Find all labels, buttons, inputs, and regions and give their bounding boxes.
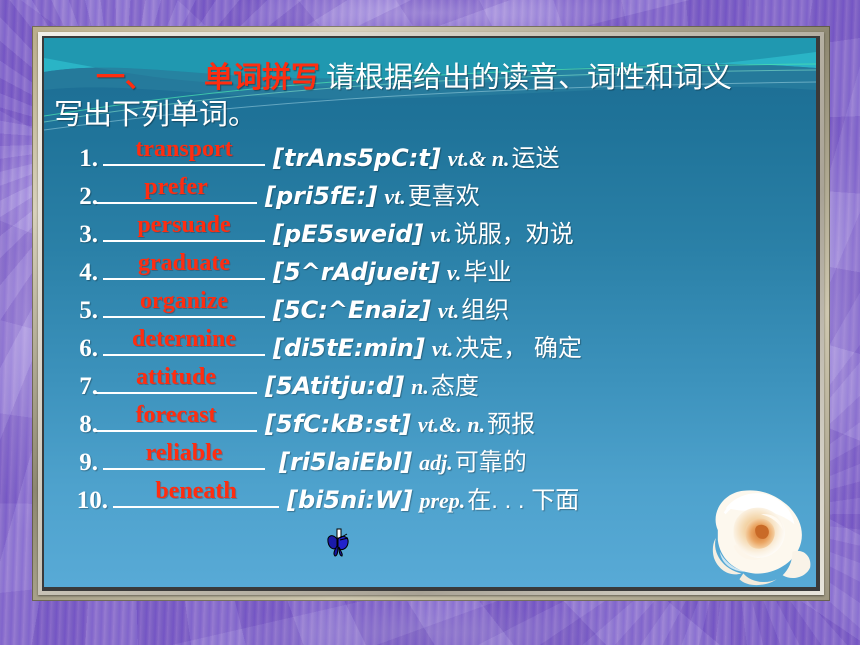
item-number: 3. [79, 221, 98, 248]
meaning-text: 毕业 [463, 259, 512, 286]
word-list: 1. transport [trAns5pC:t] vt.& n. 运送 2. … [52, 134, 806, 514]
answer-blank[interactable]: transport [103, 134, 265, 166]
answer-blank[interactable]: forecast [95, 400, 257, 432]
slide-content: 一、 单词拼写 请根据给出的读音、词性和词义 写出下列单词。 1. transpor… [44, 38, 816, 587]
answer-blank[interactable]: persuade [103, 210, 265, 242]
heading-rest: 请根据给出的读音、词性和词义 [326, 62, 733, 94]
part-of-speech: adj. [419, 450, 453, 475]
list-item: 1. transport [trAns5pC:t] vt.& n. 运送 [52, 134, 806, 172]
meaning-text: 决定， 确定 [455, 335, 582, 362]
list-item: 8. forecast [5fC:kB:st] vt.&. n. 预报 [52, 400, 806, 438]
answer-blank[interactable]: graduate [103, 248, 265, 280]
page-title: 一、 单词拼写 请根据给出的读音、词性和词义 [52, 60, 806, 96]
answer-word: determine [132, 326, 236, 352]
item-number: 6. [79, 335, 98, 362]
phonetic-text: [pri5fE:] [265, 182, 378, 210]
part-of-speech: vt. [384, 184, 406, 209]
list-item: 6. determine [di5tE:min] vt. 决定， 确定 [52, 324, 806, 362]
meaning-text: 可靠的 [454, 449, 527, 476]
part-of-speech: vt. [437, 298, 460, 323]
item-number: 5. [79, 297, 98, 324]
phonetic-text: [5fC:kB:st] [265, 410, 411, 438]
answer-word: attitude [136, 364, 216, 390]
answer-word: reliable [145, 440, 223, 466]
part-of-speech: vt. [430, 222, 452, 247]
meaning-text: 运送 [511, 145, 560, 172]
list-item: 5. organize [5C:^Enaiz] vt. 组织 [52, 286, 806, 324]
part-of-speech: vt.& n. [447, 146, 510, 171]
list-item: 2. prefer [pri5fE:] vt. 更喜欢 [52, 172, 806, 210]
answer-word: beneath [155, 478, 237, 504]
part-of-speech: vt. [431, 336, 454, 361]
item-number: 1. [79, 145, 98, 172]
item-number: 9. [79, 449, 98, 476]
phonetic-text: [5Atitju:d] [265, 372, 405, 400]
item-number: 4. [79, 259, 98, 286]
list-item: 7. attitude [5Atitju:d] n. 态度 [52, 362, 806, 400]
answer-word: graduate [138, 250, 230, 276]
meaning-text: 预报 [487, 411, 536, 438]
meaning-text: 更喜欢 [407, 183, 480, 210]
answer-word: organize [140, 288, 228, 314]
answer-blank[interactable]: prefer [95, 172, 257, 204]
item-number: 10. [76, 487, 108, 514]
phonetic-text: [5^rAdjueit] [273, 258, 440, 286]
meaning-text: 在. . . 下面 [467, 487, 580, 514]
answer-word: prefer [144, 174, 208, 200]
heading-marker: 一、 [96, 62, 155, 94]
meaning-text: 组织 [461, 297, 510, 324]
answer-blank[interactable]: organize [103, 286, 265, 318]
part-of-speech: prep. [419, 488, 466, 513]
list-item: 3. persuade [pE5sweid] vt. 说服，劝说 [52, 210, 806, 248]
heading-title: 单词拼写 [204, 62, 321, 94]
answer-blank[interactable]: reliable [103, 438, 265, 470]
list-item: 10. beneath [bi5ni:W] prep. 在. . . 下面 [52, 476, 806, 514]
phonetic-text: [trAns5pC:t] [273, 144, 441, 172]
phonetic-text: [5C:^Enaiz] [273, 296, 431, 324]
answer-word: transport [135, 136, 233, 162]
answer-blank[interactable]: attitude [95, 362, 257, 394]
part-of-speech: vt.&. n. [417, 412, 486, 437]
part-of-speech: v. [446, 260, 462, 285]
page-subtitle: 写出下列单词。 [54, 99, 258, 131]
answer-word: persuade [137, 212, 231, 238]
phonetic-text: [bi5ni:W] [287, 486, 413, 514]
answer-word: forecast [135, 402, 217, 428]
answer-blank[interactable]: determine [103, 324, 265, 356]
answer-blank[interactable]: beneath [113, 476, 279, 508]
phonetic-text: [pE5sweid] [273, 220, 424, 248]
list-item: 9. reliable [ri5laiEbl] adj. 可靠的 [52, 438, 806, 476]
phonetic-text: [di5tE:min] [273, 334, 425, 362]
meaning-text: 说服，劝说 [453, 221, 574, 248]
phonetic-text: [ri5laiEbl] [279, 448, 413, 476]
slide-viewer: 一、 单词拼写 请根据给出的读音、词性和词义 写出下列单词。 1. transpor… [0, 0, 860, 645]
part-of-speech: n. [411, 374, 429, 399]
list-item: 4. graduate [5^rAdjueit] v. 毕业 [52, 248, 806, 286]
meaning-text: 态度 [430, 373, 479, 400]
slide-canvas: 一、 单词拼写 请根据给出的读音、词性和词义 写出下列单词。 1. transpor… [44, 38, 816, 587]
